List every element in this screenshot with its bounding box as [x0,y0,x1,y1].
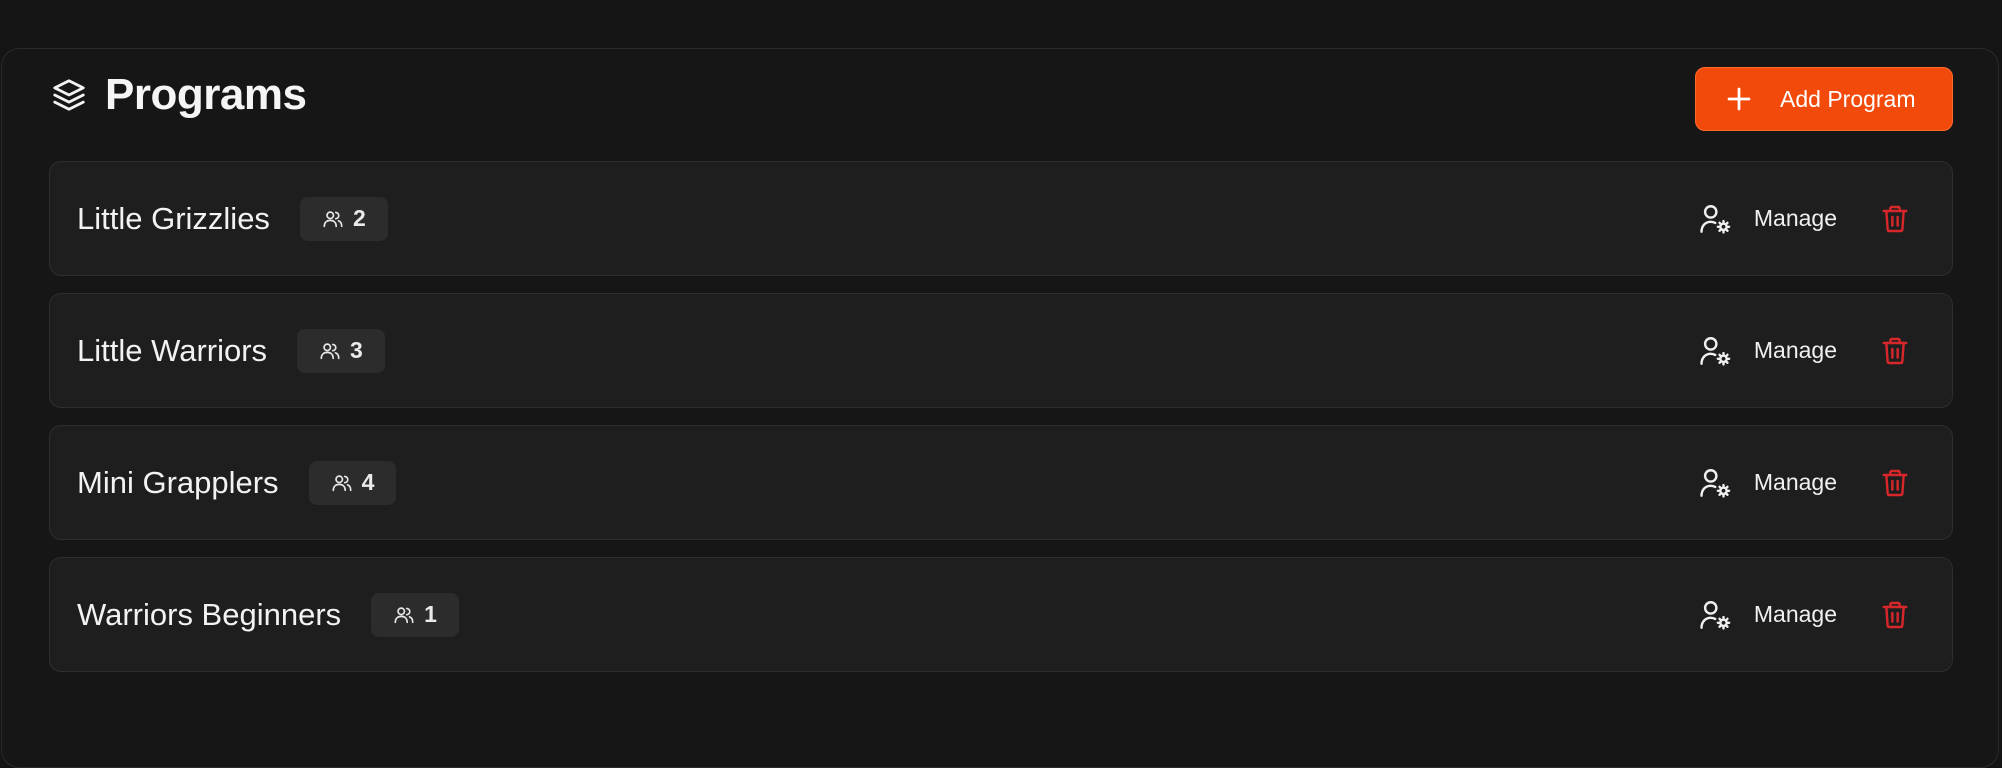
member-count-badge: 2 [299,196,388,241]
manage-label: Manage [1753,601,1837,627]
row-actions: Manage [1698,162,1952,275]
program-row: Warriors Beginners 1 Manage [49,557,1953,672]
user-settings-icon [1698,466,1732,500]
member-count-badge: 1 [371,592,459,637]
member-count-badge: 4 [308,460,397,505]
manage-button[interactable]: Manage [1698,334,1837,368]
program-row: Mini Grapplers 4 Manage [49,425,1953,540]
program-row: Little Grizzlies 2 Manage [49,161,1953,276]
users-icon [331,472,353,494]
title-group: Programs [49,57,307,133]
trash-icon[interactable] [1879,334,1911,368]
users-icon [319,340,341,362]
trash-icon[interactable] [1879,598,1911,632]
add-program-label: Add Program [1780,85,1916,112]
page-title: Programs [105,70,307,119]
manage-label: Manage [1753,205,1837,231]
users-icon [393,604,415,626]
member-count: 1 [424,601,437,627]
user-settings-icon [1698,334,1732,368]
program-name: Mini Grapplers [77,464,279,500]
manage-label: Manage [1753,469,1837,495]
program-name: Little Warriors [77,332,268,368]
manage-label: Manage [1753,337,1837,363]
manage-button[interactable]: Manage [1698,202,1837,236]
plus-icon [1724,84,1754,114]
member-count: 2 [352,205,366,231]
programs-header: Programs Add Program [49,57,1953,133]
program-row: Little Warriors 3 Manage [49,293,1953,408]
user-settings-icon [1698,202,1732,236]
member-count: 3 [350,337,363,363]
row-actions: Manage [1698,426,1952,539]
manage-button[interactable]: Manage [1698,598,1837,632]
add-program-button[interactable]: Add Program [1695,67,1953,131]
trash-icon[interactable] [1879,466,1911,500]
row-actions: Manage [1698,558,1952,671]
users-icon [322,208,344,230]
row-actions: Manage [1698,294,1952,407]
member-count-badge: 3 [297,328,385,373]
layers-icon [49,75,89,115]
program-list: Little Grizzlies 2 Manage Little Warrior… [49,161,1953,689]
user-settings-icon [1698,598,1732,632]
trash-icon[interactable] [1879,202,1911,236]
program-name: Warriors Beginners [77,596,342,632]
manage-button[interactable]: Manage [1698,466,1837,500]
program-name: Little Grizzlies [77,200,270,236]
member-count: 4 [361,469,375,495]
